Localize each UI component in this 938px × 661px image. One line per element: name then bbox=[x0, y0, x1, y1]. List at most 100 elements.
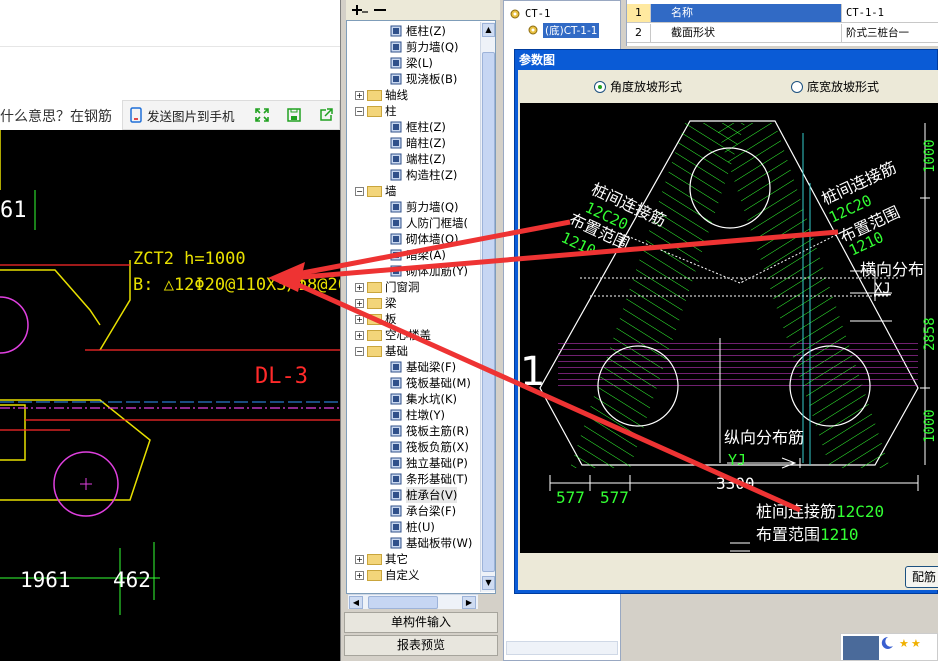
tree-panel-toolbar bbox=[346, 0, 500, 20]
radio-width-slope-dot[interactable] bbox=[791, 80, 803, 93]
tree-item[interactable]: 基础梁(F) bbox=[389, 359, 456, 375]
tree-item[interactable]: 桩(U) bbox=[389, 519, 435, 535]
expand-icon[interactable]: + bbox=[355, 298, 364, 308]
scroll-down-button[interactable]: ▼ bbox=[482, 576, 495, 590]
tree-item[interactable]: − 基础 bbox=[355, 343, 408, 359]
tree-item[interactable]: 框柱(Z) bbox=[389, 23, 446, 39]
single-component-input-button[interactable]: 单构件输入 bbox=[344, 612, 498, 633]
property-value[interactable]: 阶式三桩台一 bbox=[842, 24, 909, 42]
collapse-icon[interactable]: − bbox=[355, 346, 364, 356]
tree-item-label: 墙 bbox=[385, 184, 397, 198]
component-list-label-ct1-1: (底)CT-1-1 bbox=[543, 22, 600, 38]
expand-all-icon[interactable] bbox=[350, 2, 390, 18]
tree-item[interactable]: − 柱 bbox=[355, 103, 397, 119]
save-image-button[interactable] bbox=[283, 104, 305, 126]
tree-item[interactable]: + 其它 bbox=[355, 551, 408, 567]
tree-horizontal-scrollbar[interactable]: ◀ ▶ bbox=[348, 594, 478, 609]
tree-item[interactable]: 基础板带(W) bbox=[389, 535, 472, 551]
tree-item[interactable]: 筏板负筋(X) bbox=[389, 439, 469, 455]
svg-text:★: ★ bbox=[911, 637, 921, 650]
component-icon bbox=[390, 409, 402, 421]
tree-item[interactable]: 现浇板(B) bbox=[389, 71, 457, 87]
property-row[interactable]: 2 截面形状 阶式三桩台一 bbox=[627, 24, 938, 43]
tree-item[interactable]: + 板 bbox=[355, 311, 397, 327]
tree-item[interactable]: 框柱(Z) bbox=[389, 119, 446, 135]
tree-item-label: 独立基础(P) bbox=[406, 456, 468, 470]
tree-item[interactable]: + 门窗洞 bbox=[355, 279, 420, 295]
expand-icon[interactable]: + bbox=[355, 554, 364, 564]
tree-item-label: 门窗洞 bbox=[385, 280, 420, 294]
tree-item[interactable]: 端柱(Z) bbox=[389, 151, 446, 167]
tree-item-label: 桩承台(V) bbox=[406, 487, 458, 503]
send-to-phone-button[interactable]: 发送图片到手机 bbox=[123, 101, 241, 129]
tree-item-label: 基础板带(W) bbox=[406, 536, 473, 550]
property-value[interactable]: CT-1-1 bbox=[842, 4, 884, 22]
expand-icon[interactable]: + bbox=[355, 330, 364, 340]
tree-item[interactable]: 条形基础(T) bbox=[389, 471, 468, 487]
tree-item[interactable]: 承台梁(F) bbox=[389, 503, 456, 519]
component-icon bbox=[390, 537, 402, 549]
collapse-icon[interactable]: − bbox=[355, 106, 364, 116]
phone-icon bbox=[130, 107, 142, 123]
mini-tree-hscroll[interactable] bbox=[506, 641, 618, 655]
send-to-phone-label: 发送图片到手机 bbox=[147, 108, 235, 124]
expand-icon[interactable]: + bbox=[355, 90, 364, 100]
expand-icon[interactable]: + bbox=[355, 282, 364, 292]
expand-icon[interactable]: + bbox=[355, 570, 364, 580]
tree-item-label: 空心楼盖 bbox=[385, 328, 431, 342]
tree-item[interactable]: − 墙 bbox=[355, 183, 397, 199]
component-icon bbox=[390, 217, 402, 229]
scroll-up-button[interactable]: ▲ bbox=[482, 23, 495, 37]
tree-item[interactable]: 构造柱(Z) bbox=[389, 167, 457, 183]
cad-yellow-outline-1 bbox=[0, 130, 131, 351]
tree-item-label: 暗梁(A) bbox=[406, 248, 446, 262]
share-button[interactable] bbox=[315, 104, 337, 126]
web-page-header bbox=[0, 0, 340, 46]
tree-item[interactable]: 筏板基础(M) bbox=[389, 375, 471, 391]
scroll-right-button[interactable]: ▶ bbox=[462, 596, 476, 609]
tree-item[interactable]: + 空心楼盖 bbox=[355, 327, 431, 343]
cad-dl-label: DL-3 bbox=[255, 364, 308, 389]
property-row-number: 2 bbox=[627, 24, 651, 42]
tree-item[interactable]: 剪力墙(Q) bbox=[389, 39, 459, 55]
scroll-thumb[interactable] bbox=[482, 52, 495, 572]
radio-angle-slope[interactable]: 角度放坡形式 bbox=[594, 78, 682, 95]
tree-item[interactable]: 砌体墙(Q) bbox=[389, 231, 459, 247]
tree-item[interactable]: + 自定义 bbox=[355, 567, 420, 583]
tree-item[interactable]: 人防门框墙( bbox=[389, 215, 468, 231]
tree-item[interactable]: + 轴线 bbox=[355, 87, 408, 103]
tree-item[interactable]: 筏板主筋(R) bbox=[389, 423, 469, 439]
tree-item[interactable]: 暗梁(A) bbox=[389, 247, 446, 263]
tree-vertical-scrollbar[interactable]: ▲ ▼ bbox=[480, 22, 495, 592]
scroll-left-button[interactable]: ◀ bbox=[349, 596, 363, 609]
user-avatar-badge[interactable]: ★ ★ bbox=[840, 633, 938, 661]
cad-yellow-box bbox=[0, 404, 26, 461]
tree-item-label: 筏板负筋(X) bbox=[406, 440, 469, 454]
expand-icon[interactable]: + bbox=[355, 314, 364, 324]
component-list-item-ct1[interactable]: CT-1 bbox=[508, 6, 550, 22]
report-preview-button[interactable]: 报表预览 bbox=[344, 635, 498, 656]
hscroll-thumb[interactable] bbox=[368, 596, 438, 609]
rebar-config-button[interactable]: 配筋 bbox=[905, 566, 938, 588]
component-list-item-ct1-1[interactable]: (底)CT-1-1 bbox=[526, 22, 600, 38]
tree-item[interactable]: 剪力墙(Q) bbox=[389, 199, 459, 215]
radio-angle-slope-dot[interactable] bbox=[594, 80, 606, 93]
radio-width-slope-label: 底宽放坡形式 bbox=[807, 80, 880, 94]
tree-item[interactable]: 柱墩(Y) bbox=[389, 407, 445, 423]
tree-item[interactable]: 桩承台(V) bbox=[389, 487, 458, 503]
folder-open-icon bbox=[367, 345, 382, 357]
bottom-range-text: 布置范围 bbox=[756, 525, 820, 544]
property-row[interactable]: 1 名称 CT-1-1 bbox=[627, 4, 938, 23]
tree-item[interactable]: 暗柱(Z) bbox=[389, 135, 446, 151]
collapse-icon[interactable]: − bbox=[355, 186, 364, 196]
tree-item[interactable]: 梁(L) bbox=[389, 55, 433, 71]
tree-item[interactable]: 独立基础(P) bbox=[389, 455, 468, 471]
fullscreen-button[interactable] bbox=[251, 104, 273, 126]
property-grid: 1 名称 CT-1-1 2 截面形状 阶式三桩台一 bbox=[626, 0, 938, 46]
tree-item[interactable]: 集水坑(K) bbox=[389, 391, 457, 407]
tree-item[interactable]: + 梁 bbox=[355, 295, 397, 311]
tree-item[interactable]: 砌体加筋(Y) bbox=[389, 263, 468, 279]
radio-width-slope[interactable]: 底宽放坡形式 bbox=[791, 78, 879, 95]
tree-item-label: 现浇板(B) bbox=[406, 72, 458, 86]
property-row-number: 1 bbox=[627, 4, 651, 22]
